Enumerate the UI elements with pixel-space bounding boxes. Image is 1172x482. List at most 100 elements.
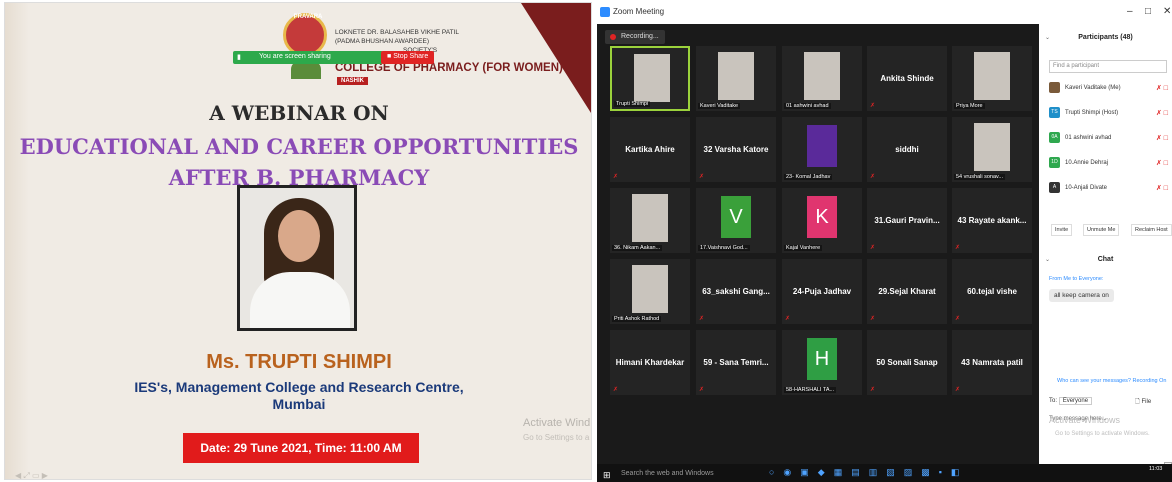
mic-camera-icon: ✗ □ [1155, 85, 1168, 92]
participant-name: 10-Anjali Divate [1065, 185, 1108, 191]
maximize-button[interactable]: □ [1145, 6, 1151, 17]
tile-label: 17.Vaishnavi God... [698, 245, 750, 251]
muted-mic-icon: ✗ [955, 316, 961, 322]
reclaim-host-button[interactable]: Reclaim Host [1131, 224, 1172, 236]
slide-controls[interactable]: ◀ ⤢ ▭ ▶ [15, 471, 48, 479]
unmute-me-button[interactable]: Unmute Me [1083, 224, 1120, 236]
participant-video [632, 194, 668, 242]
participant-row[interactable]: 0A 01 ashwini avhad ✗ □ [1049, 132, 1172, 146]
tile-label: Priti Ashok Rathod [612, 316, 662, 322]
participant-row[interactable]: A 10-Anjali Divate ✗ □ [1049, 182, 1172, 196]
institution-line-1: LOKNETE DR. BALASAHEB VIKHE PATIL [335, 29, 460, 36]
shared-slide: PRAVARA LOKNETE DR. BALASAHEB VIKHE PATI… [4, 2, 592, 480]
windows-start-icon[interactable]: ⊞ [603, 470, 611, 481]
stop-share-label: Stop Share [393, 53, 429, 60]
participant-row[interactable]: Kaveri Vaditake (Me) ✗ □ [1049, 82, 1172, 96]
video-tile[interactable]: siddhi ✗ [867, 117, 947, 182]
chat-title: Chat [1097, 256, 1114, 263]
video-tile[interactable]: 32 Varsha Katore ✗ [696, 117, 776, 182]
affiliation-line-1: IES's, Management College and Research C… [134, 379, 464, 395]
video-tile[interactable]: Priya More [952, 46, 1032, 111]
speaker-photo [237, 185, 357, 331]
participants-title: Participants (48) [1078, 34, 1133, 41]
participant-name: 50 Sonali Sanap [876, 358, 938, 367]
invite-button[interactable]: Invite [1051, 224, 1073, 236]
muted-mic-icon: ✗ [870, 103, 876, 109]
zoom-titlebar: Zoom Meeting – □ ✕ [597, 2, 1172, 24]
taskbar-clock: 11:03 [1149, 466, 1163, 472]
tile-label: 01 ashwini avhad [784, 103, 831, 109]
chat-to-selector[interactable]: To: Everyone [1049, 397, 1093, 405]
muted-mic-icon: ✗ [613, 174, 619, 180]
stop-share-button[interactable]: ■ Stop Share [381, 51, 435, 64]
video-tile[interactable]: K Kajal Vanhere [782, 188, 862, 253]
recording-indicator[interactable]: Recording... [605, 30, 665, 44]
participant-avatar: 0A [1049, 132, 1060, 143]
find-participant-input[interactable]: Find a participant [1049, 60, 1167, 73]
taskbar-search[interactable]: Search the web and Windows [615, 466, 751, 482]
screen-sharing-text: You are screen sharing [259, 53, 331, 60]
participant-name: 32 Varsha Katore [703, 145, 769, 154]
muted-mic-icon: ✗ [955, 245, 961, 251]
video-tile[interactable]: 60.tejal vishe ✗ [952, 259, 1032, 324]
activate-windows-watermark: Activate Wind [523, 417, 591, 429]
muted-mic-icon: ✗ [870, 245, 876, 251]
chat-from-label: From Me to Everyone: [1049, 276, 1104, 282]
muted-mic-icon: ✗ [870, 316, 876, 322]
video-tile[interactable]: Ankita Shinde ✗ [867, 46, 947, 111]
participant-row[interactable]: 1D 10.Annie Dehraj ✗ □ [1049, 157, 1172, 171]
webinar-heading: A WEBINAR ON [209, 101, 389, 125]
video-tile[interactable]: V 17.Vaishnavi God... [696, 188, 776, 253]
zoom-app-icon [600, 7, 610, 17]
collapse-participants-icon[interactable]: ⌄ [1045, 34, 1050, 41]
video-tile[interactable]: 59 - Sana Temri... ✗ [696, 330, 776, 395]
tile-label: 23- Komal Jadhav [784, 174, 833, 180]
video-tile[interactable]: Priti Ashok Rathod [610, 259, 690, 324]
participant-name: 29.Sejal Kharat [878, 287, 936, 296]
video-tile[interactable]: 54 vrushali sonav... [952, 117, 1032, 182]
participant-video [974, 52, 1010, 100]
video-tile[interactable]: Himani Khardekar ✗ [610, 330, 690, 395]
participant-name: Kaveri Vaditake (Me) [1065, 85, 1121, 91]
slide-corner-decoration [521, 3, 591, 113]
video-tile[interactable]: 36. Nikam Aakan... [610, 188, 690, 253]
tile-label: 58-HARSHALI TA... [784, 387, 837, 393]
participant-row[interactable]: TS Trupti Shimpi (Host) ✗ □ [1049, 107, 1172, 121]
who-can-see-link[interactable]: Who can see your messages? Recording On [1057, 378, 1166, 384]
window-title: Zoom Meeting [613, 7, 665, 16]
side-panel: Participants (48) ⌄ Find a participant K… [1039, 24, 1172, 480]
file-label: File [1141, 399, 1152, 405]
participant-video [634, 54, 670, 102]
participant-video [718, 52, 754, 100]
video-tile[interactable]: H 58-HARSHALI TA... [782, 330, 862, 395]
participant-name: Trupti Shimpi (Host) [1065, 110, 1119, 116]
video-tile[interactable]: Kaveri Vaditake [696, 46, 776, 111]
to-label: To: [1049, 398, 1058, 404]
participant-name: 59 - Sana Temri... [703, 358, 769, 367]
video-tile[interactable]: 31.Gauri Pravin... ✗ [867, 188, 947, 253]
video-tile[interactable]: 43 Namrata patil ✗ [952, 330, 1032, 395]
participant-name: 43 Namrata patil [961, 358, 1023, 367]
participant-avatar: H [807, 338, 837, 380]
participant-video [974, 123, 1010, 171]
video-tile[interactable]: 63_sakshi Gang... ✗ [696, 259, 776, 324]
video-tile[interactable]: 01 ashwini avhad [782, 46, 862, 111]
file-button[interactable]: 🗋 File [1135, 397, 1151, 407]
video-tile[interactable]: 29.Sejal Kharat ✗ [867, 259, 947, 324]
video-tile[interactable]: 43 Rayate akank... ✗ [952, 188, 1032, 253]
video-tile[interactable]: 23- Komal Jadhav [782, 117, 862, 182]
date-time-box: Date: 29 Tune 2021, Time: 11:00 AM [183, 433, 419, 463]
taskbar-app-icons[interactable]: ○◉▣◆▦▤▥▧▨▩▪◧ [769, 467, 968, 478]
screen-sharing-bar[interactable]: ▮ You are screen sharing [233, 51, 383, 64]
video-tile[interactable]: 24-Puja Jadhav ✗ [782, 259, 862, 324]
activate-windows-subtext-2: Go to Settings to activate Windows. [1055, 431, 1150, 437]
activate-windows-watermark-2: Activate Windows [1049, 415, 1121, 425]
close-button[interactable]: ✕ [1163, 6, 1171, 17]
video-tile[interactable]: 50 Sonali Sanap ✗ [867, 330, 947, 395]
video-tile[interactable]: Trupti Shimpi [610, 46, 690, 111]
muted-mic-icon: ✗ [613, 387, 619, 393]
minimize-button[interactable]: – [1127, 6, 1133, 17]
collapse-chat-icon[interactable]: ⌄ [1045, 256, 1050, 263]
video-tile[interactable]: Kartika Ahire ✗ [610, 117, 690, 182]
share-indicator-icon: ▮ [237, 54, 241, 61]
